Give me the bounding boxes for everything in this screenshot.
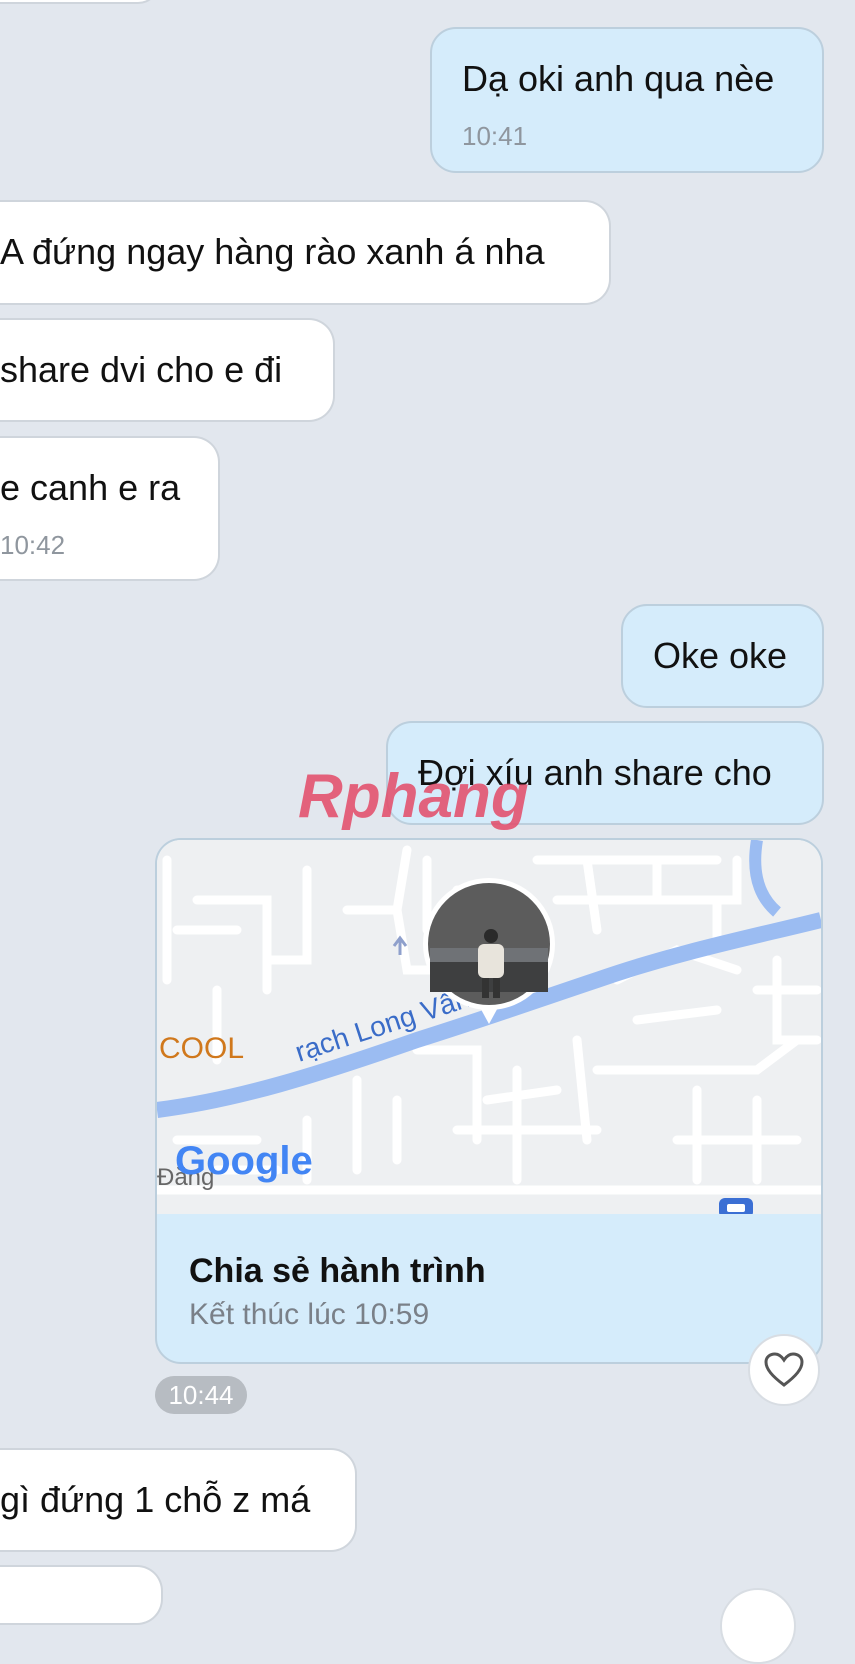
message-bubble-outgoing[interactable]: Oke oke	[621, 604, 824, 708]
message-bubble-incoming[interactable]: A đứng ngay hàng rào xanh á nha	[0, 200, 611, 305]
message-time: 10:41	[462, 121, 528, 151]
message-bubble-incoming[interactable]: share dvi cho e đi	[0, 318, 335, 422]
message-text: A đứng ngay hàng rào xanh á nha	[0, 231, 545, 272]
heart-reaction-button[interactable]	[748, 1334, 820, 1406]
message-bubble-partial[interactable]	[0, 1565, 163, 1625]
watermark-logo: Rphang	[298, 765, 529, 831]
message-text: gì đứng 1 chỗ z má	[0, 1479, 311, 1520]
location-card-subtitle: Kết thúc lúc 10:59	[189, 1298, 430, 1331]
message-text: e canh e ra	[0, 467, 181, 508]
location-card-title: Chia sẻ hành trình	[189, 1252, 486, 1290]
message-bubble-partial[interactable]	[0, 0, 160, 4]
message-time-pill: 10:44	[155, 1376, 247, 1414]
message-bubble-incoming[interactable]: gì đứng 1 chỗ z má	[0, 1448, 357, 1552]
google-logo: Google	[175, 1139, 313, 1183]
heart-icon	[764, 1352, 804, 1387]
map-poi-label: COOL	[159, 1032, 244, 1065]
heart-reaction-button-partial[interactable]	[720, 1588, 796, 1664]
message-text: share dvi cho e đi	[0, 349, 283, 390]
svg-text:Rphang: Rphang	[298, 765, 529, 831]
message-time: 10:42	[0, 530, 66, 560]
location-card-info[interactable]: Chia sẻ hành trình Kết thúc lúc 10:59	[157, 1214, 821, 1362]
message-text: Dạ oki anh qua nèe	[462, 58, 775, 99]
message-bubble-incoming[interactable]: e canh e ra 10:42	[0, 436, 220, 581]
message-text: Oke oke	[653, 635, 788, 676]
message-bubble-outgoing[interactable]: Dạ oki anh qua nèe 10:41	[430, 27, 824, 173]
location-avatar-icon[interactable]	[422, 878, 556, 1030]
